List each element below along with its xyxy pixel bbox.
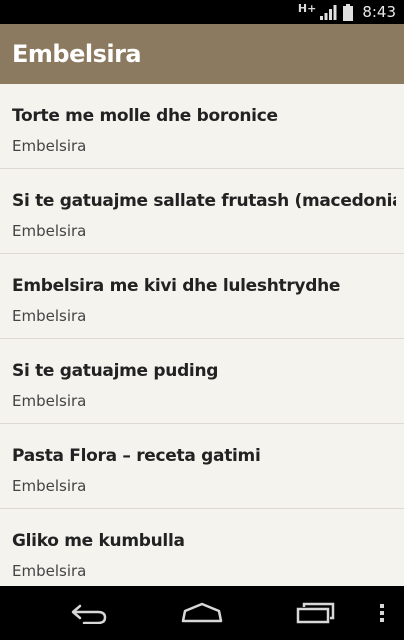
status-icons: H+ 8:43 xyxy=(298,0,396,24)
list-item[interactable]: Gliko me kumbulla Embelsira xyxy=(0,509,404,586)
list-item[interactable]: Si te gatuajme puding Embelsira xyxy=(0,339,404,424)
network-type-label: H+ xyxy=(297,1,317,15)
item-title: Pasta Flora – receta gatimi xyxy=(12,446,261,466)
action-bar: Embelsira xyxy=(0,24,404,84)
app-screen: H+ 8:43 Embelsira Torte me molle dhe bor… xyxy=(0,0,404,640)
home-icon xyxy=(181,602,223,623)
item-category: Embelsira xyxy=(12,307,87,325)
overflow-menu-icon xyxy=(380,604,384,622)
item-title: Si te gatuajme puding xyxy=(12,361,219,381)
item-title: Si te gatuajme sallate frutash (macedoni… xyxy=(12,191,396,211)
item-title: Torte me molle dhe boronice xyxy=(12,106,278,126)
status-bar: H+ 8:43 xyxy=(0,0,404,24)
overflow-menu-button[interactable] xyxy=(370,586,394,640)
article-list[interactable]: Torte me molle dhe boronice Embelsira Si… xyxy=(0,84,404,586)
status-clock: 8:43 xyxy=(362,3,396,21)
recents-icon xyxy=(296,602,335,624)
navigation-bar xyxy=(0,586,404,640)
back-button[interactable] xyxy=(58,586,122,640)
list-item[interactable]: Embelsira me kivi dhe luleshtrydhe Embel… xyxy=(0,254,404,339)
item-title: Embelsira me kivi dhe luleshtrydhe xyxy=(12,276,341,296)
home-button[interactable] xyxy=(170,586,234,640)
item-category: Embelsira xyxy=(12,562,87,580)
list-item[interactable]: Torte me molle dhe boronice Embelsira xyxy=(0,84,404,169)
item-category: Embelsira xyxy=(12,222,87,240)
recents-button[interactable] xyxy=(284,586,348,640)
item-category: Embelsira xyxy=(12,477,87,495)
signal-icon xyxy=(320,5,337,20)
item-category: Embelsira xyxy=(12,392,87,410)
item-category: Embelsira xyxy=(12,137,87,155)
battery-icon xyxy=(343,3,354,21)
list-item[interactable]: Si te gatuajme sallate frutash (macedoni… xyxy=(0,169,404,254)
back-icon xyxy=(71,604,107,624)
item-title: Gliko me kumbulla xyxy=(12,531,185,551)
app-title: Embelsira xyxy=(12,40,142,68)
list-item[interactable]: Pasta Flora – receta gatimi Embelsira xyxy=(0,424,404,509)
